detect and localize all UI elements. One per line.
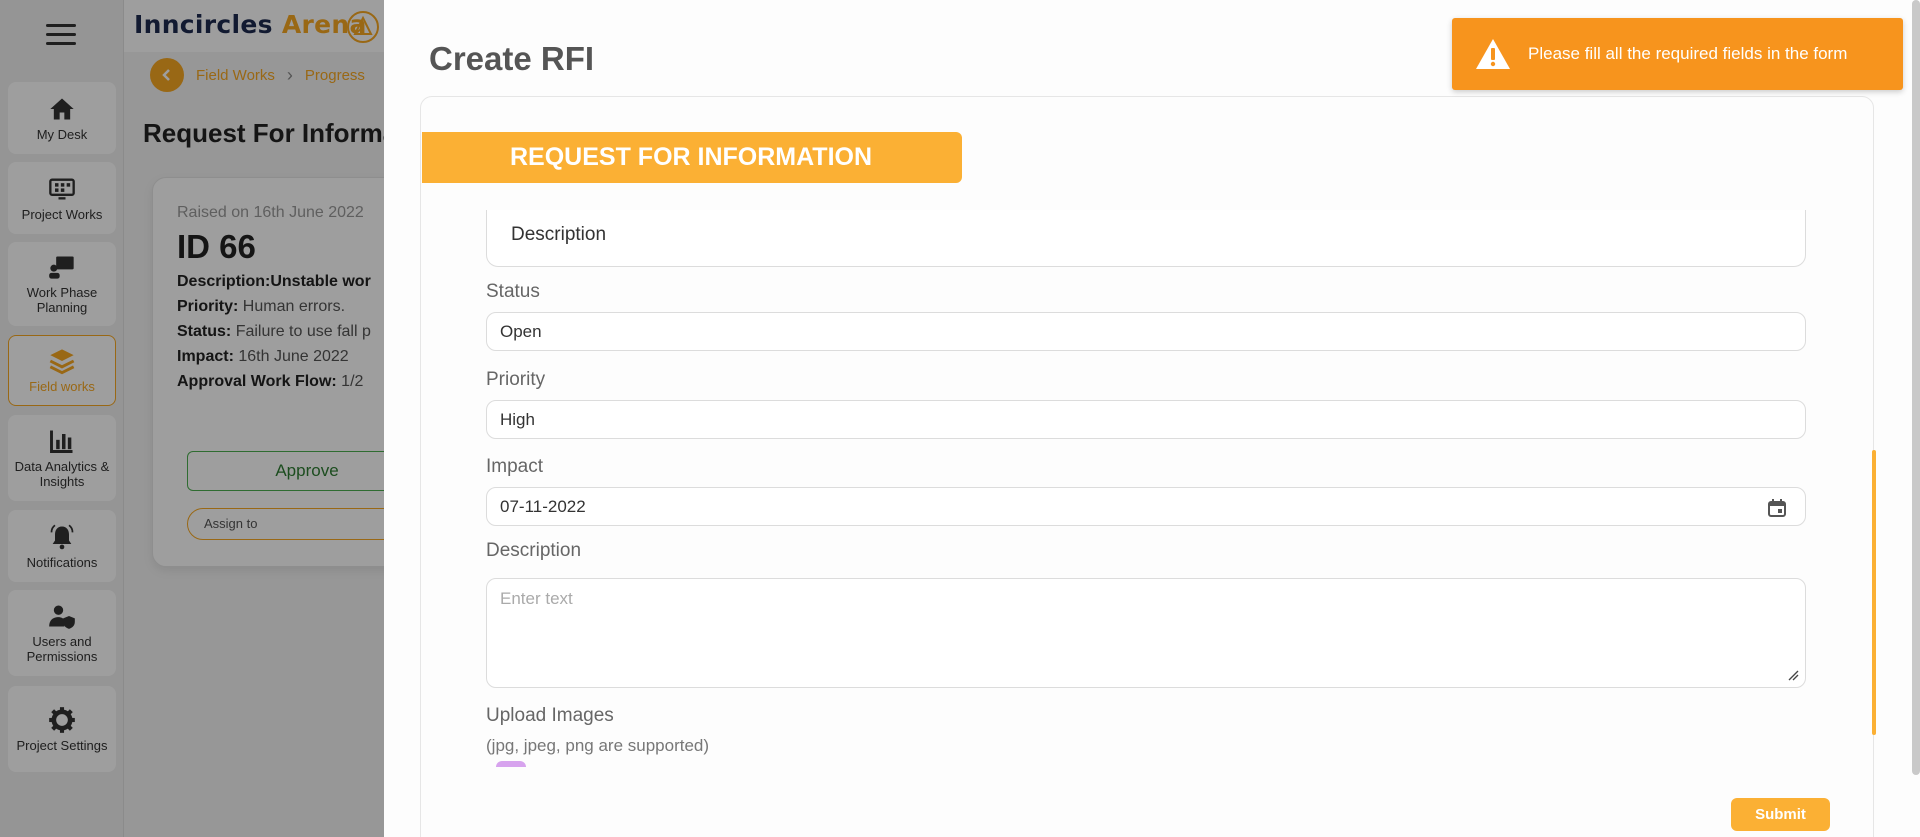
form-banner: REQUEST FOR INFORMATION [422,132,962,183]
status-label: Status [486,281,540,302]
description-section-header: Description [486,210,1806,267]
resize-handle-icon[interactable] [1787,669,1799,681]
upload-images-label: Upload Images [486,705,614,726]
error-toast[interactable]: Please fill all the required fields in t… [1452,18,1903,90]
form-card [420,96,1874,837]
impact-date-value: 07-11-2022 [500,497,586,516]
submit-button[interactable]: Submit [1731,798,1830,831]
upload-button[interactable] [496,761,526,767]
impact-date-field[interactable]: 07-11-2022 [486,487,1806,526]
toast-message: Please fill all the required fields in t… [1528,44,1848,63]
description-textarea[interactable]: Enter text [486,578,1806,688]
warning-icon [1476,39,1510,69]
description-placeholder: Enter text [500,589,573,608]
priority-label: Priority [486,369,546,390]
impact-label: Impact [486,456,544,477]
upload-hint: (jpg, jpeg, png are supported) [486,736,710,755]
scrollbar[interactable] [1912,0,1920,775]
form-scroll-indicator [1872,450,1876,735]
status-field[interactable]: Open [486,312,1806,351]
modal-title: Create RFI [429,40,595,77]
priority-field[interactable]: High [486,400,1806,439]
description-label: Description [486,540,582,561]
create-rfi-modal: Create RFI Description REQUEST FOR INFOR… [384,0,1920,837]
calendar-icon[interactable] [1767,498,1787,518]
